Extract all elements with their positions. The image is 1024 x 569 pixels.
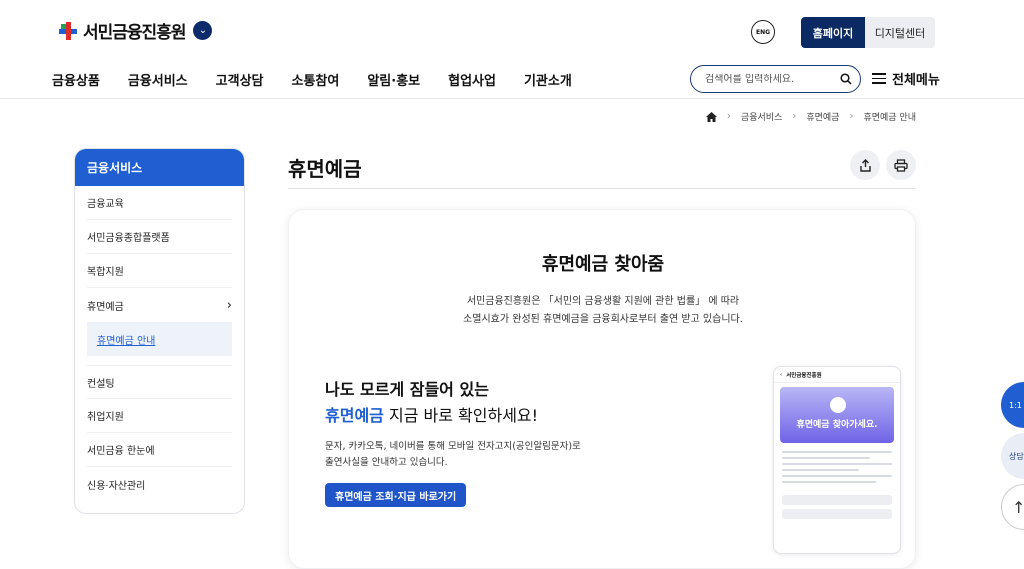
print-icon: [894, 158, 908, 172]
share-button[interactable]: [850, 150, 880, 180]
sidebar-item-education[interactable]: 금융교육: [87, 186, 232, 220]
share-icon: [859, 158, 871, 172]
sidebar-title: 금융서비스: [75, 149, 244, 186]
promo-heading-line2: 휴면예금 지금 바로 확인하세요!: [325, 402, 538, 426]
sidebar-item-label: 서민금융종합플랫폼: [87, 233, 170, 244]
sidebar-subitem-dormant-guide[interactable]: 휴면예금 안내: [87, 322, 232, 356]
arrow-up-icon: ↑: [1012, 497, 1024, 517]
chevron-right-icon: ›: [726, 111, 731, 122]
phone-banner-text: 휴면예금 찾아가세요.: [796, 420, 878, 430]
gnb-item-communication[interactable]: 소통참여: [292, 70, 340, 89]
sidebar-item-credit-asset[interactable]: 신용·자산관리: [87, 467, 232, 501]
sidebar-item-label: 서민금융 한눈에: [87, 446, 155, 457]
gnb-item-consulting[interactable]: 고객상담: [216, 70, 264, 89]
main-navigation: 금융상품 금융서비스 고객상담 소통참여 알림·홍보 협업사업 기관소개: [52, 70, 600, 89]
gnb-item-cooperation[interactable]: 협업사업: [448, 70, 496, 89]
all-menu-label: 전체메뉴: [892, 73, 940, 88]
gnb-item-services[interactable]: 금융서비스: [128, 70, 188, 89]
promo-heading-rest: 지금 바로 확인하세요!: [383, 406, 539, 425]
home-icon[interactable]: [705, 111, 717, 122]
card-description: 서민금융진흥원은 「서민의 금융생활 지원에 관한 법률」 에 따라 소멸시효가…: [289, 293, 917, 329]
search-input[interactable]: [705, 73, 825, 85]
phone-mockup-image: ‹ 서민금융진흥원 휴면예금 찾아가세요.: [773, 366, 901, 554]
consult-button[interactable]: 상담: [1001, 433, 1024, 479]
header-divider: [0, 98, 1024, 99]
breadcrumb: › 금융서비스 › 휴면예금 › 휴면예금 안내: [705, 110, 916, 123]
site-logo[interactable]: 서민금융진흥원 ⌄: [57, 18, 213, 43]
gnb-item-products[interactable]: 금융상품: [52, 70, 100, 89]
logo-text: 서민금융진흥원: [83, 23, 186, 43]
logo-mark-icon: [57, 20, 79, 42]
sidebar-item-label: 복합지원: [87, 267, 124, 278]
chat-consult-button[interactable]: 1:1: [1001, 382, 1024, 428]
sidebar-item-employment[interactable]: 취업지원: [87, 399, 232, 433]
phone-header: ‹ 서민금융진흥원: [774, 367, 900, 383]
sidebar-item-label: 취업지원: [87, 412, 124, 423]
print-button[interactable]: [886, 150, 916, 180]
promo-highlight: 휴면예금: [325, 406, 384, 425]
chevron-down-icon[interactable]: ⌄: [193, 21, 213, 40]
search-icon[interactable]: [840, 73, 852, 85]
phone-button: [782, 509, 892, 519]
title-divider: [288, 188, 916, 189]
chevron-right-icon: ›: [849, 111, 854, 122]
sidebar-item-label: 금융교육: [87, 199, 124, 210]
back-icon: ‹: [780, 371, 783, 378]
phone-text-lines: [774, 443, 900, 491]
page-title: 휴면예금: [288, 157, 362, 181]
card-description-line: 서민금융진흥원은 「서민의 금융생활 지원에 관한 법률」 에 따라: [466, 296, 740, 307]
phone-banner: 휴면예금 찾아가세요.: [780, 387, 894, 443]
breadcrumb-item[interactable]: 휴면예금: [806, 110, 839, 123]
sidebar-item-dormant-deposit[interactable]: 휴면예금 ›: [87, 288, 232, 322]
card-title: 휴면예금 찾아줌: [541, 254, 665, 275]
promo-description-line: 문자, 카카오톡, 네이버를 통해 모바일 전자고지(공인알림문자)로: [325, 441, 581, 452]
phone-button: [782, 495, 892, 505]
promo-description: 문자, 카카오톡, 네이버를 통해 모바일 전자고지(공인알림문자)로 출연사실…: [325, 439, 605, 471]
tab-digital-center[interactable]: 디지털센터: [865, 17, 935, 48]
sidebar-item-consulting[interactable]: 컨설팅: [87, 365, 232, 399]
breadcrumb-item[interactable]: 금융서비스: [741, 110, 782, 123]
chevron-right-icon: ›: [226, 297, 232, 313]
sidebar-item-label: 컨설팅: [87, 378, 115, 390]
chevron-right-icon: ›: [792, 111, 797, 122]
hamburger-icon: [872, 73, 886, 84]
dormant-deposit-card: 휴면예금 찾아줌 서민금융진흥원은 「서민의 금융생활 지원에 관한 법률」 에…: [288, 209, 916, 569]
sidebar: 금융서비스 금융교육 서민금융종합플랫폼 복합지원 휴면예금 › 휴면예금 안내…: [74, 148, 245, 514]
promo-description-line: 출연사실을 안내하고 있습니다.: [325, 457, 448, 468]
breadcrumb-item[interactable]: 휴면예금 안내: [863, 110, 916, 123]
sidebar-item-overview[interactable]: 서민금융 한눈에: [87, 433, 232, 467]
gnb-item-notice[interactable]: 알림·홍보: [367, 70, 420, 89]
tab-homepage[interactable]: 홈페이지: [801, 17, 865, 48]
language-label: ENG: [755, 28, 771, 36]
sidebar-item-combined-support[interactable]: 복합지원: [87, 254, 232, 288]
globe-icon[interactable]: ENG: [751, 20, 775, 44]
card-description-line: 소멸시효가 완성된 휴면예금을 금융회사로부터 출연 받고 있습니다.: [463, 314, 743, 325]
gnb-item-about[interactable]: 기관소개: [524, 70, 572, 89]
sidebar-item-platform[interactable]: 서민금융종합플랫폼: [87, 220, 232, 254]
scroll-top-button[interactable]: ↑: [1001, 484, 1024, 530]
mascot-icon: [830, 397, 846, 413]
sidebar-item-label: 휴면예금: [87, 301, 124, 313]
dormant-deposit-lookup-button[interactable]: 휴면예금 조회·지급 바로가기: [325, 483, 467, 507]
search-box: [690, 65, 861, 93]
promo-heading-line1: 나도 모르게 잠들어 있는: [325, 380, 489, 399]
site-switcher: 홈페이지 디지털센터: [801, 17, 935, 48]
consult-label: 상담: [1009, 451, 1024, 461]
chat-consult-label: 1:1: [1009, 400, 1022, 410]
phone-header-title: 서민금융진흥원: [786, 372, 822, 379]
sidebar-item-label: 신용·자산관리: [87, 480, 146, 492]
all-menu-button[interactable]: 전체메뉴: [872, 69, 940, 88]
